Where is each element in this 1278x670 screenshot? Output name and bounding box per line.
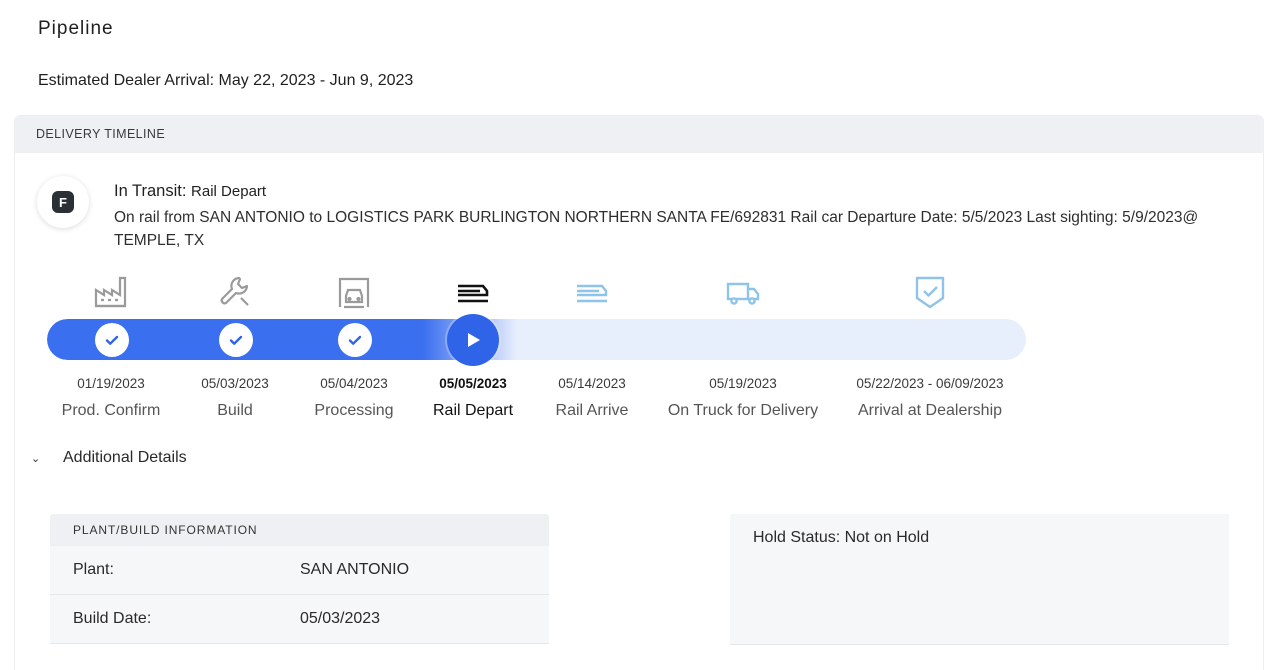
row-key: Build Date: [73, 610, 152, 627]
rail-icon [512, 274, 672, 314]
plant-build-header: PLANT/BUILD INFORMATION [50, 514, 549, 546]
row-key: Plant: [73, 561, 114, 578]
shield-check-icon [850, 274, 1010, 314]
step-node-build [219, 323, 253, 357]
step-icon-on-truck [663, 274, 823, 314]
status-title: In Transit: Rail Depart [114, 182, 266, 201]
delivery-timeline-header: DELIVERY TIMELINE [15, 116, 1263, 153]
delivery-timeline-card: DELIVERY TIMELINE F In Transit: Rail Dep… [14, 115, 1264, 670]
step-label-on-truck: On Truck for Delivery [667, 402, 819, 419]
status-main: In Transit: [114, 182, 187, 200]
step-node-processing [338, 323, 372, 357]
status-badge: F [37, 176, 89, 228]
status-sub: Rail Depart [191, 183, 267, 200]
step-icon-arrival [850, 274, 1010, 314]
step-date-on-truck: 05/19/2023 [709, 376, 777, 391]
table-row: Plant: SAN ANTONIO [50, 546, 549, 595]
estimated-arrival: Estimated Dealer Arrival: May 22, 2023 -… [38, 72, 414, 89]
row-value: 05/03/2023 [300, 610, 381, 627]
additional-details-toggle[interactable]: ⌄ Additional Details [31, 449, 187, 467]
plant-build-table: PLANT/BUILD INFORMATION Plant: SAN ANTON… [50, 514, 549, 644]
step-node-prod-confirm [95, 323, 129, 357]
step-icon-rail-arrive [512, 274, 672, 314]
table-row: Build Date: 05/03/2023 [50, 595, 549, 644]
step-node-rail-depart [447, 314, 499, 366]
chevron-down-icon[interactable]: ⌄ [31, 452, 45, 465]
step-date-arrival: 05/22/2023 - 06/09/2023 [856, 376, 1004, 391]
truck-icon [663, 274, 823, 314]
page-title: Pipeline [38, 18, 114, 39]
status-badge-letter: F [52, 191, 74, 213]
hold-status-box: Hold Status: Not on Hold [730, 514, 1229, 645]
step-label-arrival: Arrival at Dealership [857, 402, 1003, 419]
progress-track [47, 319, 1026, 360]
row-value: SAN ANTONIO [300, 561, 410, 578]
additional-details-label[interactable]: Additional Details [63, 449, 187, 467]
hold-status-text: Hold Status: Not on Hold [753, 529, 930, 546]
status-description: On rail from SAN ANTONIO to LOGISTICS PA… [114, 209, 1199, 249]
